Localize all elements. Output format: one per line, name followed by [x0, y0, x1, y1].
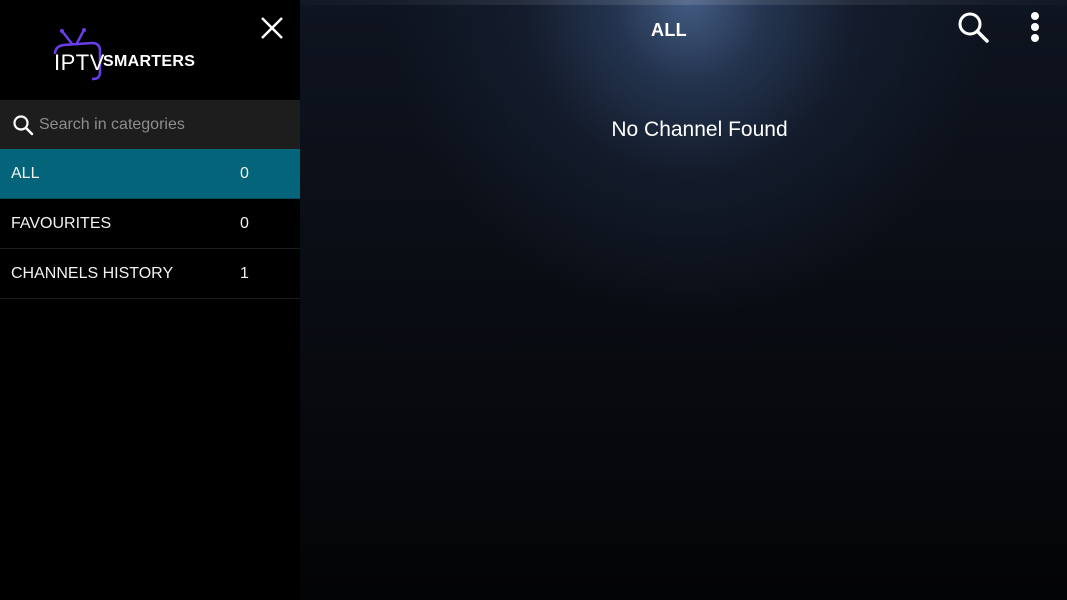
search-icon — [13, 114, 34, 135]
more-vert-icon — [1031, 12, 1039, 42]
category-item-channels-history[interactable]: CHANNELS HISTORY 1 — [0, 249, 300, 299]
category-count: 0 — [240, 214, 249, 232]
category-search-input[interactable] — [39, 115, 279, 134]
category-search-bar[interactable] — [0, 100, 300, 149]
channel-panel: ALL No Channel Found — [300, 0, 1067, 600]
logo-text-iptv: IPTV — [54, 50, 105, 75]
search-button[interactable] — [956, 10, 990, 44]
top-divider — [300, 0, 1067, 5]
category-item-favourites[interactable]: FAVOURITES 0 — [0, 199, 300, 249]
close-button[interactable] — [258, 14, 286, 42]
category-count: 1 — [240, 264, 249, 282]
search-icon — [958, 12, 989, 43]
category-count: 0 — [240, 164, 249, 182]
category-label: ALL — [11, 164, 40, 182]
page-title: ALL — [651, 20, 687, 40]
more-options-button[interactable] — [1025, 10, 1045, 44]
empty-state-message: No Channel Found — [611, 118, 788, 141]
category-list: ALL 0 FAVOURITES 0 CHANNELS HISTORY 1 — [0, 149, 300, 299]
category-label: FAVOURITES — [11, 214, 112, 232]
category-item-all[interactable]: ALL 0 — [0, 149, 300, 199]
close-icon — [261, 17, 283, 39]
app-logo: IPTV SMARTERS — [52, 28, 197, 84]
category-label: CHANNELS HISTORY — [11, 264, 174, 282]
category-sidebar: IPTV SMARTERS ALL 0 FAVOURITES 0 CHANNEL… — [0, 0, 300, 600]
logo-text-smarters: SMARTERS — [103, 53, 196, 70]
